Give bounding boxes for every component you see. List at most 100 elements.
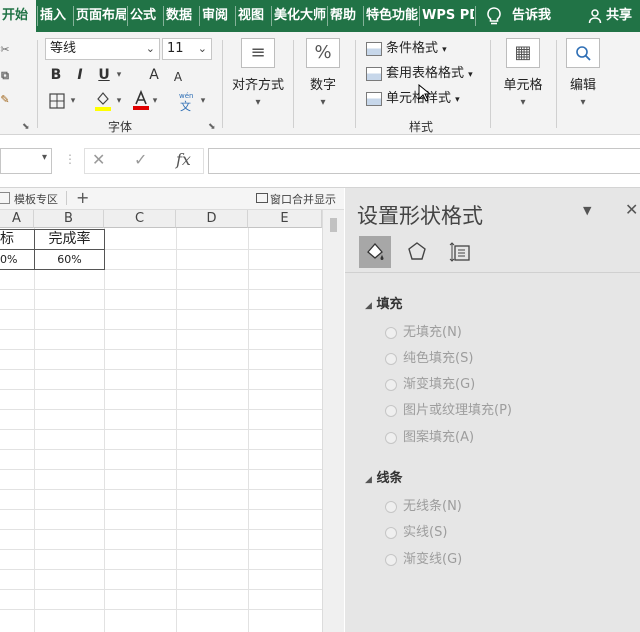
tab-special-features[interactable]: 特色功能 — [364, 0, 418, 32]
underline-button[interactable]: U — [96, 65, 112, 85]
font-size-combo[interactable]: 11 ⌄ — [162, 38, 212, 60]
tab-insert[interactable]: 插入 — [38, 0, 72, 32]
bold-button[interactable]: B — [48, 65, 64, 85]
fill-option-pattern[interactable]: 图案填充(A) — [385, 428, 474, 448]
border-dropdown-icon[interactable]: ▾ — [68, 91, 78, 111]
line-section-header[interactable]: ◢ 线条 — [365, 467, 402, 486]
format-as-table-label: 套用表格格式 — [386, 66, 465, 81]
formula-bar: ▾ ⋮ ✕ ✓ fx — [0, 136, 640, 188]
group-separator — [293, 40, 294, 128]
phonetic-guide-icon[interactable]: wén 文 — [176, 90, 196, 113]
tell-me-search[interactable]: 告诉我 — [510, 0, 562, 32]
add-tab-button[interactable]: + — [76, 188, 89, 207]
number-label: 数字 — [309, 78, 336, 93]
grid-line — [0, 549, 322, 550]
column-header-c[interactable]: C — [104, 210, 176, 228]
border-icon[interactable] — [48, 92, 66, 110]
copy-icon[interactable]: ⧉ — [0, 66, 10, 86]
radio-button — [385, 352, 397, 365]
fill-color-dropdown-icon[interactable]: ▾ — [114, 91, 124, 111]
column-header-d[interactable]: D — [176, 210, 248, 228]
tab-beautify-master[interactable]: 美化大师 — [272, 0, 326, 32]
font-color-icon[interactable] — [132, 89, 150, 111]
pane-options-chevron-icon[interactable]: ▼ — [583, 204, 591, 217]
cell-style-icon — [366, 91, 382, 106]
grid-line — [0, 289, 322, 290]
increase-font-size-button[interactable]: A — [146, 65, 162, 85]
tab-home[interactable]: 开始 — [0, 0, 36, 32]
chevron-down-icon: ⌄ — [197, 42, 207, 55]
underline-dropdown-icon[interactable]: ▾ — [114, 65, 124, 85]
grid-line — [0, 469, 322, 470]
fill-option-no-fill[interactable]: 无填充(N) — [385, 323, 462, 343]
clipboard-launcher-icon[interactable]: ⬊ — [22, 122, 30, 132]
cell-a1[interactable]: 标 — [0, 230, 18, 249]
group-separator — [355, 40, 356, 128]
search-icon — [566, 38, 600, 68]
percent-icon: % — [306, 38, 340, 68]
cell-styles-button[interactable]: 单元格样式 ▾ — [366, 88, 460, 110]
share-person-icon[interactable] — [588, 8, 604, 24]
fill-option-gradient[interactable]: 渐变填充(G) — [385, 375, 475, 395]
column-header-b[interactable]: B — [34, 210, 104, 228]
fill-color-icon[interactable] — [94, 90, 112, 112]
fill-option-label: 渐变填充(G) — [403, 377, 476, 392]
grid-line — [0, 529, 322, 530]
line-option-no-line[interactable]: 无线条(N) — [385, 497, 462, 517]
column-header-e[interactable]: E — [248, 210, 322, 228]
tab-data[interactable]: 数据 — [164, 0, 198, 32]
template-zone-tab[interactable]: 模板专区 — [14, 191, 58, 207]
fill-section-header[interactable]: ◢ 填充 — [365, 293, 402, 312]
window-merge-button[interactable]: 窗口合并显示 — [270, 191, 336, 207]
column-header-a[interactable]: A — [0, 210, 34, 228]
tab-page-layout[interactable]: 页面布局 — [74, 0, 126, 32]
font-launcher-icon[interactable]: ⬊ — [208, 122, 216, 132]
fill-line-tab-icon[interactable] — [359, 236, 391, 268]
line-option-solid[interactable]: 实线(S) — [385, 523, 447, 543]
decrease-font-size-button[interactable]: A — [170, 67, 186, 87]
cut-icon[interactable]: ✂ — [0, 40, 10, 60]
share-button[interactable]: 共享 — [604, 0, 640, 32]
tab-review[interactable]: 审阅 — [200, 0, 234, 32]
template-icon — [0, 192, 10, 204]
cell-a2[interactable]: 0% — [0, 250, 18, 269]
size-properties-tab-icon[interactable] — [445, 236, 477, 268]
format-painter-icon[interactable]: ✎ — [0, 90, 10, 110]
format-shape-pane: 设置形状格式 ▼ ✕ ◢ 填充 无填充(N) 纯色填充(S) 渐变填充(G) 图… — [345, 188, 640, 632]
cell-b2[interactable]: 60% — [35, 250, 104, 269]
number-format-button[interactable]: % 数字 ▾ — [297, 38, 349, 108]
tab-view[interactable]: 视图 — [236, 0, 270, 32]
cancel-icon[interactable]: ✕ — [92, 150, 105, 169]
lightbulb-icon[interactable] — [484, 6, 504, 26]
close-icon[interactable]: ✕ — [625, 200, 638, 219]
cells-button[interactable]: ▦ 单元格 ▾ — [494, 38, 552, 108]
tab-formulas[interactable]: 公式 — [128, 0, 162, 32]
enter-check-icon[interactable]: ✓ — [134, 150, 147, 169]
formula-input[interactable] — [208, 148, 640, 174]
font-name-combo[interactable]: 等线 ⌄ — [45, 38, 160, 60]
conditional-format-button[interactable]: 条件格式 ▾ — [366, 38, 447, 60]
tab-help[interactable]: 帮助 — [328, 0, 362, 32]
grid-line — [0, 409, 322, 410]
fill-option-picture-texture[interactable]: 图片或纹理填充(P) — [385, 401, 512, 421]
cell-b1[interactable]: 完成率 — [35, 230, 104, 249]
name-box[interactable]: ▾ — [0, 148, 52, 174]
ribbon-body: ✂ ⧉ ✎ ⬊ 等线 ⌄ 11 ⌄ B I U ▾ A A ▾ ▾ ▾ wén 文… — [0, 32, 640, 135]
italic-button[interactable]: I — [72, 65, 88, 85]
font-color-dropdown-icon[interactable]: ▾ — [150, 91, 160, 111]
alignment-button[interactable]: ≡ 对齐方式 ▾ — [226, 38, 290, 108]
conditional-format-icon — [366, 41, 382, 56]
workbook-tab-strip: 模板专区 + 窗口合并显示 — [0, 188, 344, 210]
insert-function-icon[interactable]: fx — [176, 150, 191, 169]
fill-option-solid[interactable]: 纯色填充(S) — [385, 349, 473, 369]
format-as-table-button[interactable]: 套用表格格式 ▾ — [366, 63, 473, 85]
editing-button[interactable]: 编辑 ▾ — [560, 38, 606, 108]
phonetic-dropdown-icon[interactable]: ▾ — [198, 91, 208, 111]
fill-option-label: 图片或纹理填充(P) — [403, 403, 512, 418]
tab-wps-pdf[interactable]: WPS PDF — [420, 0, 474, 32]
effects-tab-pentagon-icon[interactable] — [401, 236, 433, 268]
scrollbar-thumb[interactable] — [330, 218, 337, 232]
grid-line — [0, 349, 322, 350]
line-option-gradient[interactable]: 渐变线(G) — [385, 550, 462, 570]
vertical-scrollbar[interactable] — [322, 210, 344, 632]
